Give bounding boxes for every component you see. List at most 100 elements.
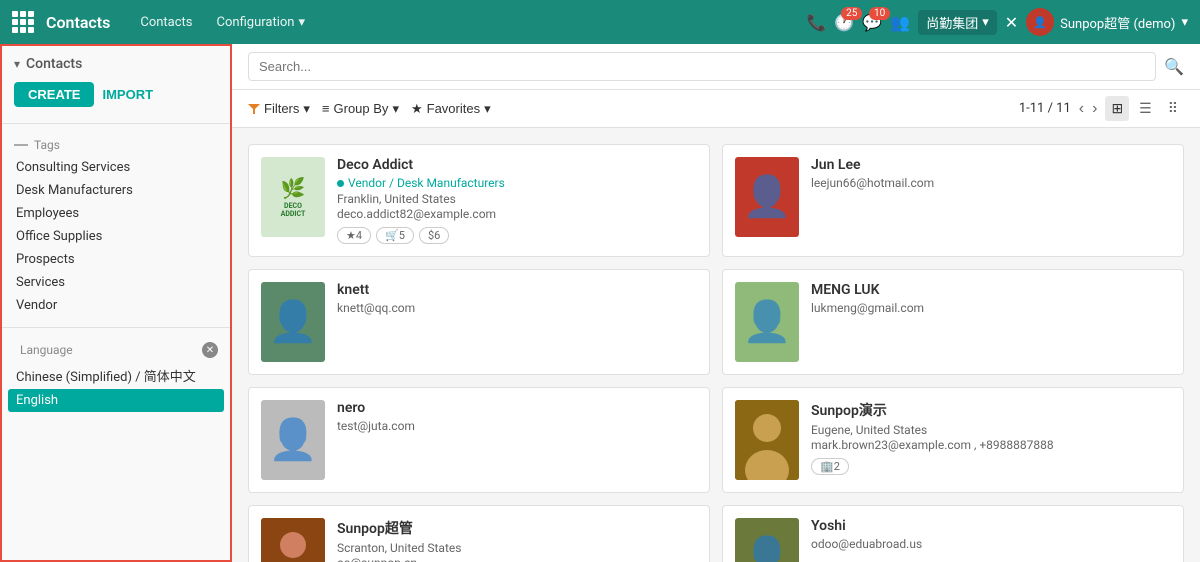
filters-label: Filters — [264, 101, 299, 116]
sidebar-item-consulting[interactable]: Consulting Services — [2, 156, 230, 179]
language-clear-button[interactable]: ✕ — [202, 342, 218, 358]
app-body: ▾ Contacts CREATE IMPORT Tags Consulting… — [0, 44, 1200, 562]
nero-info: nero test@juta.com — [337, 400, 697, 434]
contact-line1: leejun66@hotmail.com — [811, 176, 1171, 190]
contacts-grid: 🌿 DECOADDICT Deco Addict Vendor / Desk M… — [248, 144, 1184, 562]
contact-subtitle: Vendor / Desk Manufacturers — [337, 176, 697, 190]
chat-badge: 10 — [869, 7, 890, 20]
yoshi-info: Yoshi odoo@eduabroad.us — [811, 518, 1171, 552]
sidebar-title: Contacts — [26, 56, 82, 72]
user-menu[interactable]: 👤 Sunpop超管 (demo) ▾ — [1026, 8, 1188, 36]
contact-name: Yoshi — [811, 518, 1171, 534]
navbar: Contacts Contacts Configuration ▾ 📞 🕐 25… — [0, 0, 1200, 44]
contact-card-deco-addict[interactable]: 🌿 DECOADDICT Deco Addict Vendor / Desk M… — [248, 144, 710, 257]
yoshi-avatar: 👤 — [735, 518, 799, 562]
pagination: 1-11 / 11 ‹ › ⊞ ☰ ⠿ — [1019, 96, 1184, 121]
tags-dash — [14, 144, 28, 146]
grid-menu-icon[interactable] — [12, 11, 34, 33]
navbar-configuration[interactable]: Configuration ▾ — [207, 11, 316, 34]
contact-tags: 🏢2 — [811, 458, 1171, 475]
clock-button[interactable]: 🕐 25 — [834, 13, 854, 32]
sidebar-header: ▾ Contacts — [2, 46, 230, 76]
chat-button[interactable]: 💬 10 — [862, 13, 882, 32]
navbar-menu: Contacts Configuration ▾ — [130, 11, 794, 34]
sidebar-item-english[interactable]: English — [8, 389, 224, 412]
contact-card-sunpop-demo[interactable]: Sunpop演示 Eugene, United States mark.brow… — [722, 387, 1184, 493]
meng-luk-avatar: 👤 — [735, 282, 799, 362]
list-view-button[interactable]: ☰ — [1133, 96, 1158, 121]
import-button[interactable]: IMPORT — [102, 82, 153, 107]
close-icon[interactable]: ✕ — [1005, 13, 1018, 32]
prev-page-button[interactable]: ‹ — [1079, 100, 1084, 118]
phone-button[interactable]: 📞 — [807, 13, 827, 32]
sidebar-item-chinese[interactable]: Chinese (Simplified) / 简体中文 — [2, 362, 230, 389]
contacts-icon[interactable]: 👥 — [890, 13, 910, 32]
tags-label: Tags — [34, 138, 60, 152]
tags-section: Tags Consulting Services Desk Manufactur… — [2, 128, 230, 323]
contact-card-nero[interactable]: 👤 nero test@juta.com — [248, 387, 710, 493]
contact-line2: oa@sunpop.cn — [337, 556, 697, 562]
language-section: Language ✕ Chinese (Simplified) / 简体中文 E… — [2, 332, 230, 418]
sidebar: ▾ Contacts CREATE IMPORT Tags Consulting… — [0, 44, 232, 562]
contact-card-yoshi[interactable]: 👤 Yoshi odoo@eduabroad.us — [722, 505, 1184, 562]
contact-line1: lukmeng@gmail.com — [811, 301, 1171, 315]
contact-line1: test@juta.com — [337, 419, 697, 433]
contact-card-meng-luk[interactable]: 👤 MENG LUK lukmeng@gmail.com — [722, 269, 1184, 375]
language-section-header: Language ✕ — [2, 338, 230, 362]
sidebar-item-desk[interactable]: Desk Manufacturers — [2, 179, 230, 202]
tag-stars[interactable]: ★4 — [337, 227, 371, 244]
sidebar-item-prospects[interactable]: Prospects — [2, 248, 230, 271]
sunpop-demo-avatar — [735, 400, 799, 480]
groupby-button[interactable]: ≡ Group By ▾ — [322, 101, 399, 117]
knett-info: knett knett@qq.com — [337, 282, 697, 316]
cards-area: 🌿 DECOADDICT Deco Addict Vendor / Desk M… — [232, 128, 1200, 562]
sidebar-item-office[interactable]: Office Supplies — [2, 225, 230, 248]
contact-name: MENG LUK — [811, 282, 1171, 298]
create-button[interactable]: CREATE — [14, 82, 94, 107]
deco-addict-avatar: 🌿 DECOADDICT — [261, 157, 325, 237]
filters-dropdown-icon: ▾ — [303, 101, 310, 117]
search-icon[interactable]: 🔍 — [1164, 57, 1184, 76]
contact-line2: mark.brown23@example.com , +8988887888 — [811, 438, 1171, 452]
sidebar-item-employees[interactable]: Employees — [2, 202, 230, 225]
sidebar-actions: CREATE IMPORT — [2, 76, 230, 119]
sidebar-divider2 — [2, 327, 230, 328]
tag-building[interactable]: 🏢2 — [811, 458, 849, 475]
main-content: 🔍 Filters ▾ ≡ Group By ▾ ★ Favorites ▾ 1… — [232, 44, 1200, 562]
contact-name: knett — [337, 282, 697, 298]
filters-button[interactable]: Filters ▾ — [248, 101, 310, 117]
sidebar-item-vendor[interactable]: Vendor — [2, 294, 230, 317]
next-page-button[interactable]: › — [1092, 100, 1097, 118]
filter-bar: Filters ▾ ≡ Group By ▾ ★ Favorites ▾ 1-1… — [232, 90, 1200, 128]
deco-addict-info: Deco Addict Vendor / Desk Manufacturers … — [337, 157, 697, 244]
contact-name: nero — [337, 400, 697, 416]
knett-avatar: 👤 — [261, 282, 325, 362]
contact-tags: ★4 🛒5 $6 — [337, 227, 697, 244]
contact-name: Deco Addict — [337, 157, 697, 173]
contact-line2: deco.addict82@example.com — [337, 207, 697, 221]
kanban-view-button[interactable]: ⊞ — [1105, 96, 1129, 121]
tag-dollar[interactable]: $6 — [419, 227, 449, 244]
contact-card-sunpop-admin[interactable]: Sunpop超管 Scranton, United States oa@sunp… — [248, 505, 710, 562]
contact-line1: Franklin, United States — [337, 192, 697, 206]
company-selector[interactable]: 尚勤集团 ▾ — [918, 10, 997, 35]
sunpop-admin-info: Sunpop超管 Scranton, United States oa@sunp… — [337, 518, 697, 562]
tag-cart[interactable]: 🛒5 — [376, 227, 414, 244]
sidebar-item-services[interactable]: Services — [2, 271, 230, 294]
jun-lee-avatar: 👤 — [735, 157, 799, 237]
meng-luk-info: MENG LUK lukmeng@gmail.com — [811, 282, 1171, 316]
pagination-text: 1-11 / 11 — [1019, 101, 1071, 116]
app-title: Contacts — [46, 13, 110, 32]
grid-view-button[interactable]: ⠿ — [1162, 96, 1184, 121]
navbar-contacts[interactable]: Contacts — [130, 11, 202, 34]
view-buttons: ⊞ ☰ ⠿ — [1105, 96, 1184, 121]
sunpop-admin-avatar — [261, 518, 325, 562]
contact-card-jun-lee[interactable]: 👤 Jun Lee leejun66@hotmail.com — [722, 144, 1184, 257]
groupby-label: Group By — [334, 101, 389, 116]
search-input[interactable] — [248, 52, 1156, 81]
nero-avatar: 👤 — [261, 400, 325, 480]
favorites-button[interactable]: ★ Favorites ▾ — [411, 101, 491, 117]
sidebar-chevron-icon[interactable]: ▾ — [14, 57, 20, 71]
favorites-label: Favorites — [427, 101, 480, 116]
contact-card-knett[interactable]: 👤 knett knett@qq.com — [248, 269, 710, 375]
